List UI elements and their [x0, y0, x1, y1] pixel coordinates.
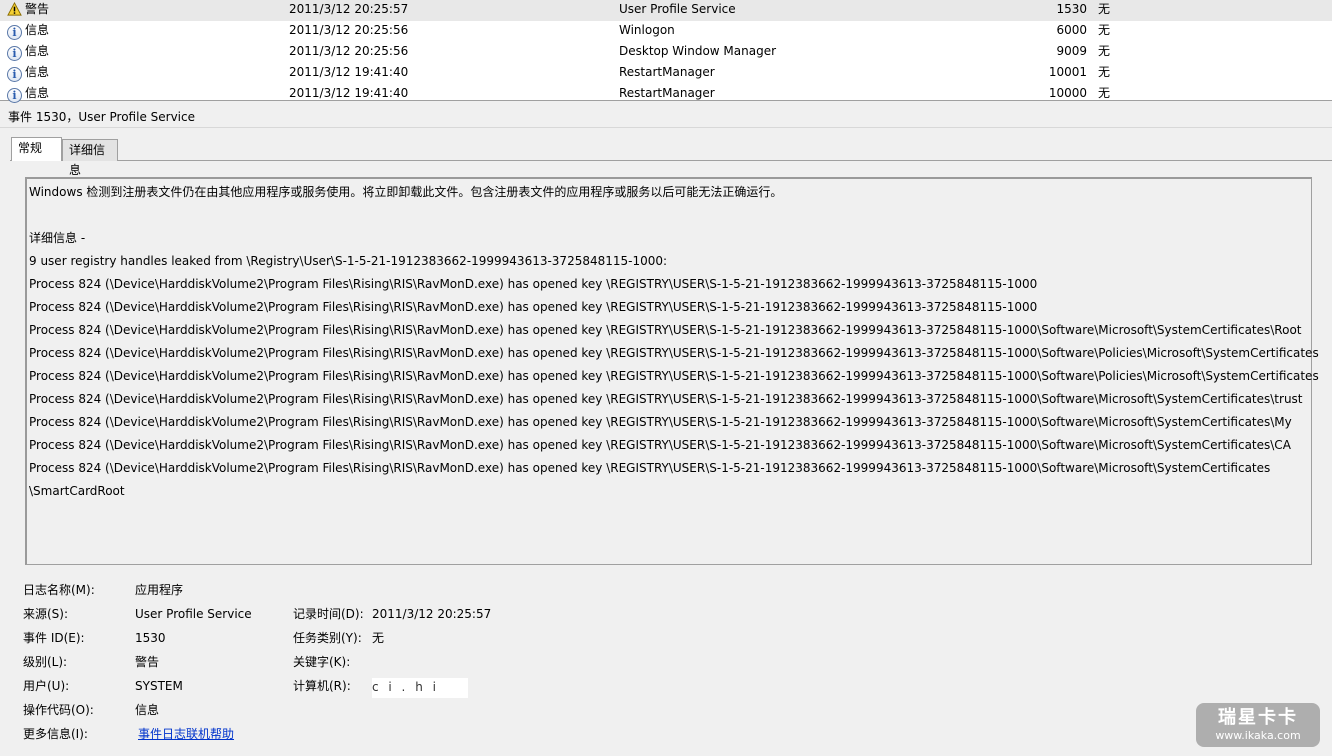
event-id: 1530: [1056, 2, 1087, 16]
description-line: Windows 检测到注册表文件仍在由其他应用程序或服务使用。将立即卸载此文件。…: [29, 185, 783, 199]
event-category: 无: [1098, 23, 1111, 37]
keywords-label: 关键字(K):: [293, 655, 351, 669]
event-id-label: 事件 ID(E):: [23, 631, 85, 645]
event-source: Desktop Window Manager: [619, 44, 777, 58]
warning-icon: [7, 1, 22, 17]
description-line: 详细信息 -: [29, 231, 86, 245]
event-id: 10000: [1048, 86, 1087, 100]
level-value: 警告: [135, 655, 160, 669]
level-label: 级别(L):: [23, 655, 68, 669]
event-datetime: 2011/3/12 20:25:56: [289, 23, 409, 37]
event-id: 6000: [1056, 23, 1087, 37]
opcode-value: 信息: [135, 703, 160, 717]
description-line: 9 user registry handles leaked from \Reg…: [29, 254, 668, 268]
event-source: RestartManager: [619, 65, 715, 79]
event-datetime: 2011/3/12 20:25:57: [289, 2, 409, 16]
watermark-url: www.ikaka.com: [1215, 729, 1301, 742]
event-datetime: 2011/3/12 19:41:40: [289, 86, 409, 100]
task-category-label: 任务类别(Y):: [293, 631, 362, 645]
log-name-label: 日志名称(M):: [23, 583, 95, 597]
event-row[interactable]: i 信息 2011/3/12 19:41:40 RestartManager 10000…: [0, 84, 1332, 105]
event-source: Winlogon: [619, 23, 675, 37]
event-description[interactable]: Windows 检测到注册表文件仍在由其他应用程序或服务使用。将立即卸载此文件。…: [25, 177, 1319, 565]
event-level: 信息: [25, 86, 50, 100]
event-level: 信息: [25, 23, 50, 37]
description-line: Process 824 (\Device\HarddiskVolume2\Pro…: [29, 392, 1303, 406]
description-line: Process 824 (\Device\HarddiskVolume2\Pro…: [29, 277, 1038, 291]
event-level: 警告: [25, 2, 50, 16]
logged-label: 记录时间(D):: [293, 607, 364, 621]
event-level: 信息: [25, 44, 50, 58]
info-icon: i: [7, 86, 22, 103]
event-datetime: 2011/3/12 19:41:40: [289, 65, 409, 79]
event-source: RestartManager: [619, 86, 715, 100]
computer-label: 计算机(R):: [293, 679, 351, 693]
user-label: 用户(U):: [23, 679, 70, 693]
task-category-value: 无: [372, 631, 385, 645]
source-value: User Profile Service: [135, 607, 252, 621]
event-category: 无: [1098, 86, 1111, 100]
opcode-label: 操作代码(O):: [23, 703, 94, 717]
description-line: Process 824 (\Device\HarddiskVolume2\Pro…: [29, 300, 1038, 314]
description-line: Process 824 (\Device\HarddiskVolume2\Pro…: [29, 369, 1319, 383]
tab-details[interactable]: 详细信息: [62, 139, 118, 177]
event-row[interactable]: i 信息 2011/3/12 20:25:56 Winlogon 6000 无: [0, 21, 1332, 42]
watermark-title: 瑞星卡卡: [1218, 707, 1298, 728]
event-category: 无: [1098, 2, 1111, 16]
description-line: Process 824 (\Device\HarddiskVolume2\Pro…: [29, 346, 1319, 360]
event-id: 10001: [1048, 65, 1087, 79]
watermark-logo: 瑞星卡卡 www.ikaka.com: [1196, 703, 1320, 747]
computer-value: c i . h i: [372, 680, 439, 694]
info-icon: i: [7, 44, 22, 61]
event-row[interactable]: i 信息 2011/3/12 19:41:40 RestartManager 10001…: [0, 63, 1332, 84]
computer-value-redacted: c i . h i: [372, 678, 468, 698]
event-datetime: 2011/3/12 20:25:56: [289, 44, 409, 58]
description-line: Process 824 (\Device\HarddiskVolume2\Pro…: [29, 415, 1292, 429]
description-line: \SmartCardRoot: [29, 484, 125, 498]
description-line: Process 824 (\Device\HarddiskVolume2\Pro…: [29, 461, 1271, 475]
more-info-label: 更多信息(I):: [23, 727, 88, 741]
event-id-value: 1530: [135, 631, 166, 645]
event-category: 无: [1098, 44, 1111, 58]
event-source: User Profile Service: [619, 2, 736, 16]
event-row[interactable]: i 信息 2011/3/12 20:25:56 Desktop Window Mana…: [0, 42, 1332, 63]
info-icon: i: [7, 23, 22, 40]
user-value: SYSTEM: [135, 679, 183, 693]
event-category: 无: [1098, 65, 1111, 79]
description-line: Process 824 (\Device\HarddiskVolume2\Pro…: [29, 323, 1302, 337]
tab-general[interactable]: 常规: [11, 137, 62, 161]
logged-value: 2011/3/12 20:25:57: [372, 607, 492, 621]
event-row[interactable]: 警告 2011/3/12 20:25:57 User Profile Service…: [0, 0, 1332, 21]
source-label: 来源(S):: [23, 607, 69, 621]
event-list: 警告 2011/3/12 20:25:57 User Profile Service…: [0, 0, 1332, 103]
event-detail-header: 事件 1530，User Profile Service: [0, 104, 1332, 128]
online-help-link[interactable]: 事件日志联机帮助: [138, 726, 234, 742]
description-line: Process 824 (\Device\HarddiskVolume2\Pro…: [29, 438, 1291, 452]
info-icon: i: [7, 65, 22, 82]
event-id: 9009: [1056, 44, 1087, 58]
log-name-value: 应用程序: [135, 583, 184, 597]
event-level: 信息: [25, 65, 50, 79]
